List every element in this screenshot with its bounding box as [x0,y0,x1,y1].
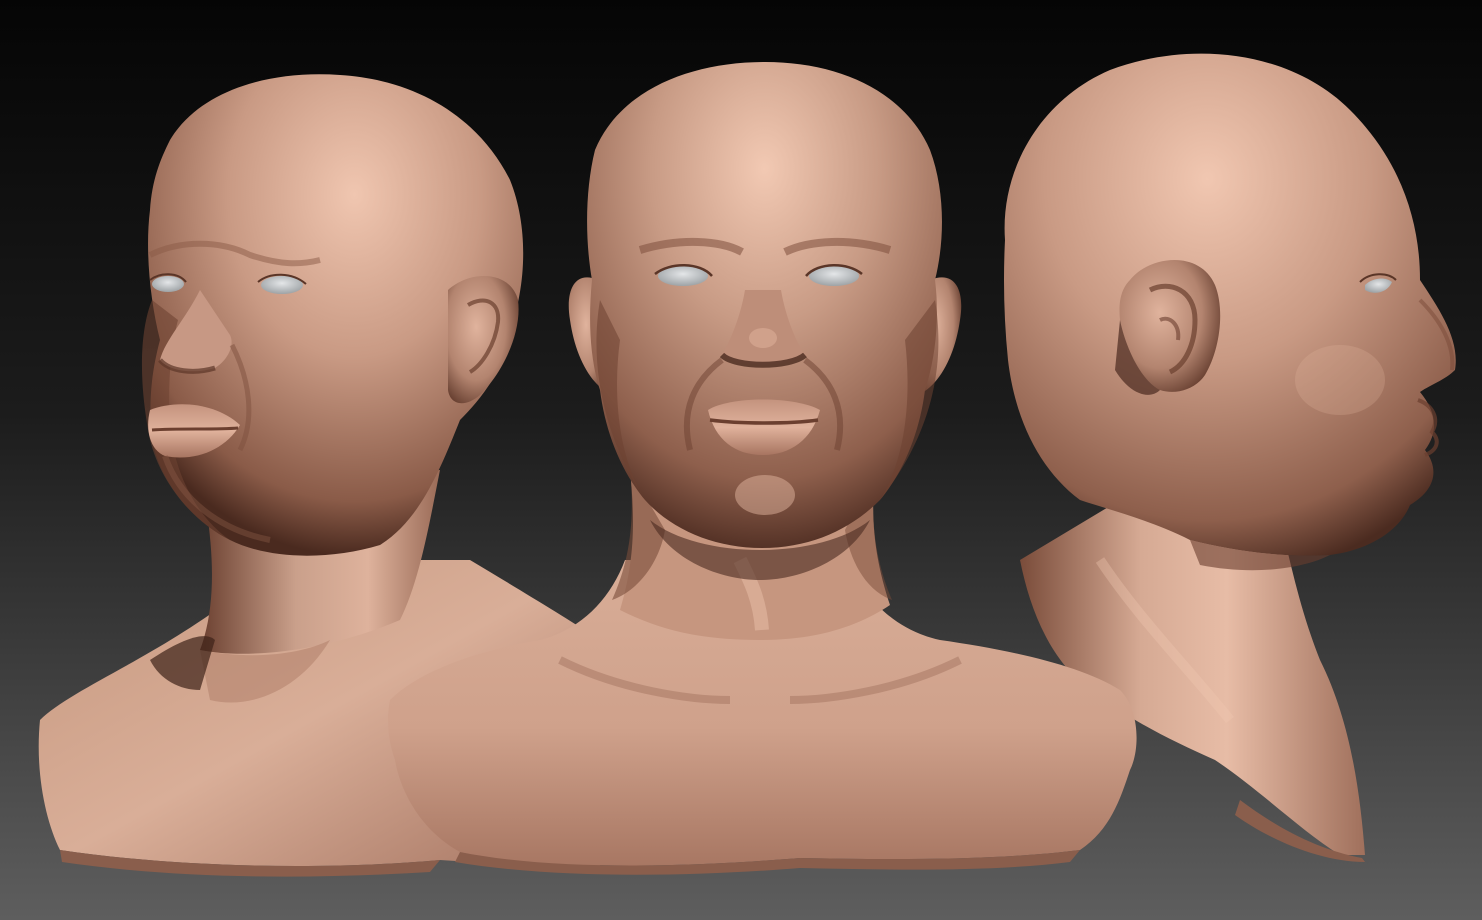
render-viewport [0,0,1482,920]
sculpt-render [0,0,1482,920]
left-bust-eye-1 [152,276,184,292]
